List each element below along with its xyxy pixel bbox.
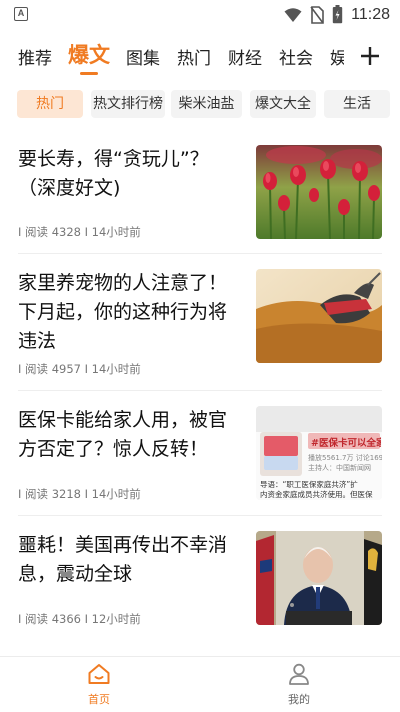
category-tabs: 推荐 爆文 图集 热门 财经 社会 娱 <box>0 34 400 78</box>
article-title[interactable]: 要长寿，得“贪玩儿”？（深度好文) <box>18 145 244 203</box>
app-notification-icon: A <box>14 7 28 21</box>
no-sim-icon <box>310 5 324 24</box>
article-meta: I 阅读 4957 I 14小时前 <box>18 362 141 376</box>
tab-gallery[interactable]: 图集 <box>126 44 160 69</box>
bottom-navigation: 首页 我的 <box>0 656 400 712</box>
thumb-badge: #医保卡可以全家 <box>311 438 381 449</box>
article-item[interactable]: 家里养宠物的人注意了！下月起，你的这种行为将违法 I 阅读 4957 I 14小… <box>0 269 400 379</box>
divider <box>18 515 382 516</box>
nav-profile-label: 我的 <box>288 693 310 706</box>
article-item[interactable]: 噩耗！美国再传出不幸消息，震动全球 I 阅读 4366 I 12小时前 <box>0 531 400 631</box>
article-title[interactable]: 噩耗！美国再传出不幸消息，震动全球 <box>18 531 244 589</box>
tab-society[interactable]: 社会 <box>279 44 313 69</box>
tab-finance[interactable]: 财经 <box>228 44 262 69</box>
article-thumbnail[interactable]: #医保卡可以全家 播放5561.7万 讨论169 主持人：中国新闻网 导语：“职… <box>256 406 382 500</box>
article-meta: I 阅读 3218 I 14小时前 <box>18 487 141 501</box>
nav-home-label: 首页 <box>88 693 110 706</box>
battery-icon <box>332 5 343 24</box>
thumb-discuss: 讨论169 <box>355 454 382 462</box>
plus-icon <box>361 47 379 65</box>
article-meta: I 阅读 4328 I 14小时前 <box>18 225 141 239</box>
tab-entertainment[interactable]: 娱 <box>330 44 344 69</box>
status-bar: A 11:28 <box>0 0 400 30</box>
thumb-host: 主持人：中国新闻网 <box>308 464 371 472</box>
thumb-reads: 播放5561.7万 <box>308 454 354 462</box>
chip-daily-life[interactable]: 柴米油盐 <box>171 90 242 118</box>
article-item[interactable]: 医保卡能给家人用，被官方否定了？惊人反转！ I 阅读 3218 I 14小时前 … <box>0 406 400 506</box>
home-icon <box>88 664 110 684</box>
chip-ranking[interactable]: 热文排行榜 <box>91 90 165 118</box>
chip-viral-collection[interactable]: 爆文大全 <box>250 90 316 118</box>
tab-hot[interactable]: 热门 <box>177 44 211 69</box>
add-category-button[interactable] <box>352 34 388 78</box>
user-icon <box>289 663 309 685</box>
article-thumbnail[interactable] <box>256 531 382 625</box>
chip-hot[interactable]: 热门 <box>17 90 83 118</box>
article-title[interactable]: 医保卡能给家人用，被官方否定了？惊人反转！ <box>18 406 244 464</box>
nav-profile[interactable]: 我的 <box>259 663 339 707</box>
wifi-icon <box>284 7 302 22</box>
chip-life[interactable]: 生活 <box>324 90 390 118</box>
status-icons: 11:28 <box>284 5 390 24</box>
article-thumbnail[interactable] <box>256 145 382 239</box>
clock: 11:28 <box>351 5 390 23</box>
active-tab-indicator <box>80 72 98 75</box>
article-meta: I 阅读 4366 I 12小时前 <box>18 612 141 626</box>
thumb-guide-2: 内资金家庭成员共济使用。但医保 <box>260 490 373 499</box>
subcategory-chips: 热门 热文排行榜 柴米油盐 爆文大全 生活 <box>0 88 400 122</box>
article-thumbnail[interactable] <box>256 269 382 363</box>
article-item[interactable]: 要长寿，得“贪玩儿”？（深度好文) I 阅读 4328 I 14小时前 <box>0 145 400 245</box>
tab-recommend[interactable]: 推荐 <box>18 44 52 69</box>
divider <box>18 253 382 254</box>
article-title[interactable]: 家里养宠物的人注意了！下月起，你的这种行为将违法 <box>18 269 244 356</box>
dog-image <box>256 269 382 363</box>
divider <box>18 390 382 391</box>
tulips-image <box>256 145 382 239</box>
nav-home[interactable]: 首页 <box>59 663 139 707</box>
podium-image <box>256 531 382 625</box>
tab-viral[interactable]: 爆文 <box>68 39 110 69</box>
thumb-stats: 播放5561.7万 讨论169 <box>308 453 382 463</box>
